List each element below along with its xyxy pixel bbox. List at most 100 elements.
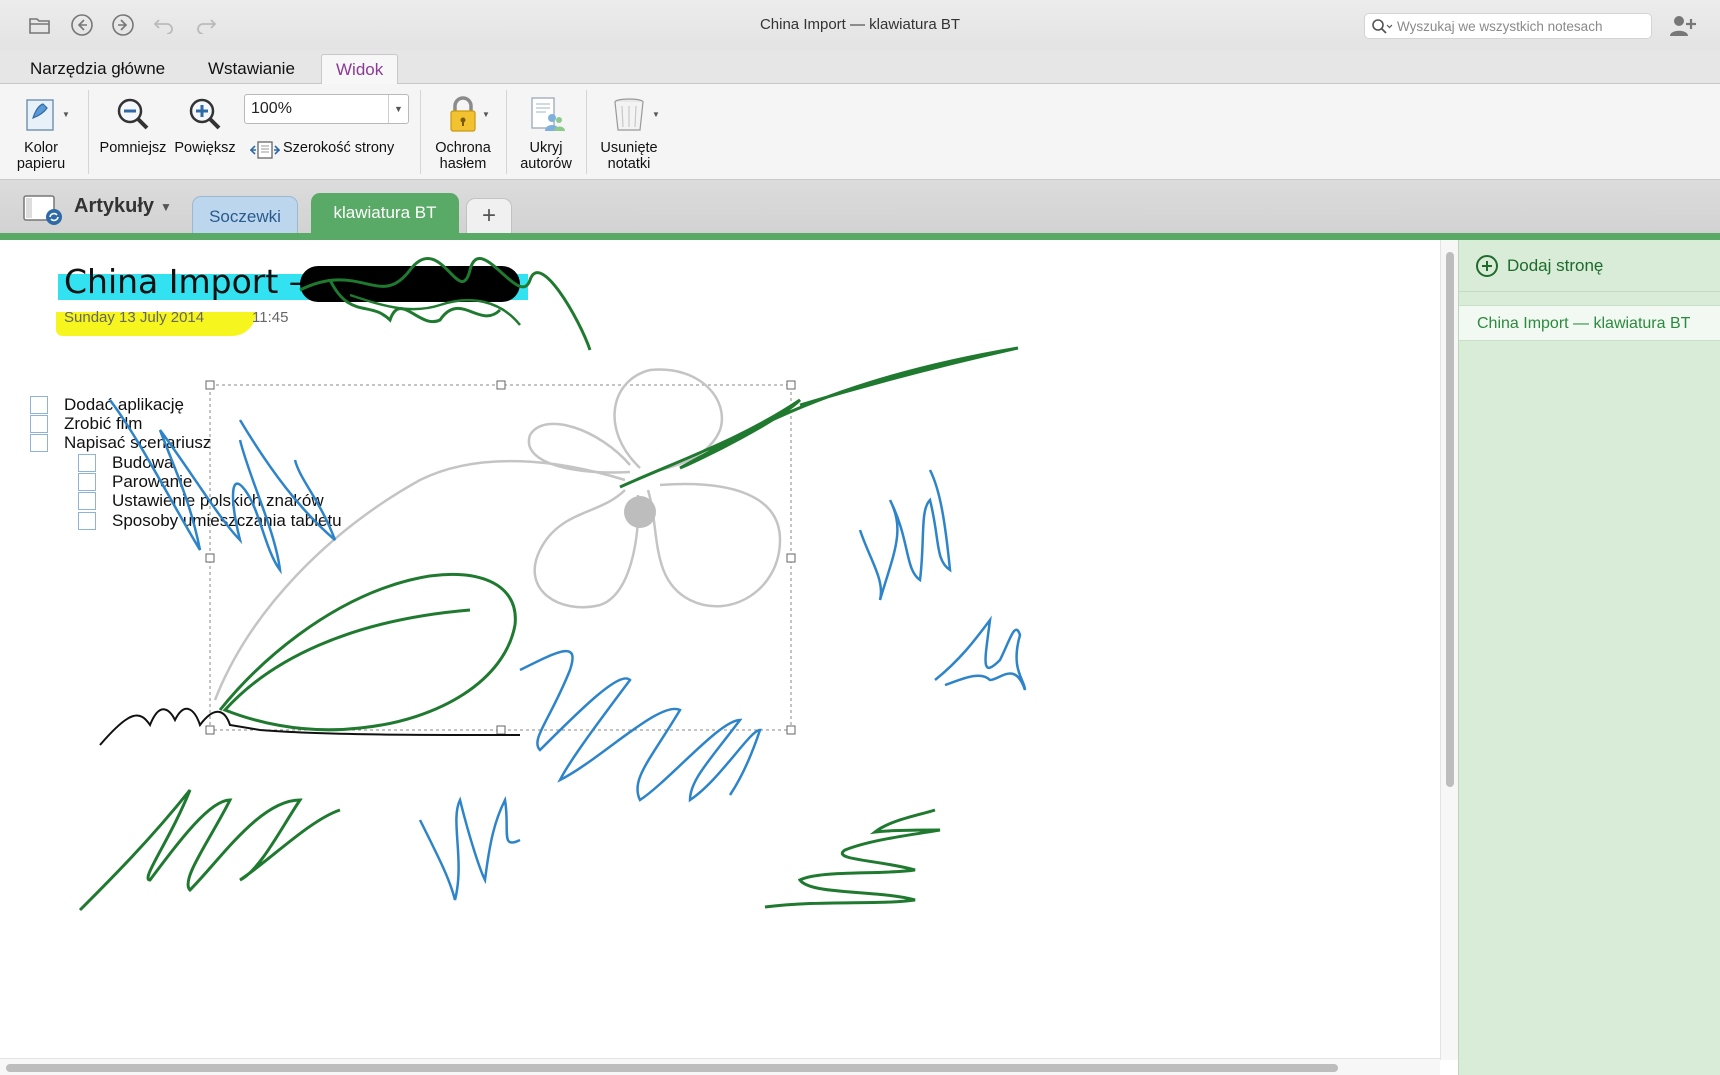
zoom-out-label: Pomniejsz (99, 140, 167, 156)
todo-label: Zrobić film (64, 414, 143, 433)
ribbon: Kolor papieru ▼ Pomniejsz Powiększ 100% … (0, 84, 1720, 180)
todo-checkbox[interactable] (78, 473, 96, 491)
zoom-select[interactable]: 100% ▼ (244, 94, 409, 124)
zoom-value: 100% (251, 100, 292, 117)
ink-stroke (764, 808, 941, 909)
ink-layer (78, 256, 1027, 912)
ink-stroke (218, 572, 517, 732)
paper-color-button[interactable]: Kolor papieru (10, 94, 72, 172)
todo-label: Parowanie (112, 472, 193, 491)
page-width-icon[interactable] (250, 140, 280, 160)
selection-handle (205, 553, 215, 563)
todo-label: Sposoby umieszczania tabletu (112, 511, 342, 530)
undo-icon[interactable] (150, 11, 178, 39)
forward-icon[interactable] (109, 11, 137, 39)
ink-stroke (519, 650, 762, 803)
selection-handle (786, 725, 796, 735)
selection-box (209, 384, 792, 731)
todo-item[interactable]: Parowanie (78, 472, 193, 491)
password-dropdown-icon[interactable]: ▼ (482, 110, 490, 119)
notebook-bar: Artykuły ▼ Soczewki klawiatura BT + (0, 180, 1720, 234)
page-canvas[interactable]: China Import — Sunday 13 July 2014 11:45… (0, 240, 1440, 1060)
password-protection-button[interactable]: Ochrona hasłem (426, 94, 500, 172)
section-tab-klawiatura-bt[interactable]: klawiatura BT (311, 193, 459, 234)
horizontal-scrollbar[interactable] (0, 1058, 1440, 1075)
tab-insert[interactable]: Wstawianie (194, 54, 309, 85)
title-bar: China Import — klawiatura BT (0, 0, 1720, 50)
onenote-window: China Import — klawiatura BT Narzędzia g… (0, 0, 1720, 1075)
hide-authors-button[interactable]: Ukryj autorów (512, 94, 580, 172)
notebook-name[interactable]: Artykuły (74, 195, 154, 218)
ribbon-tab-bar: Narzędzia główne Wstawianie Widok (0, 50, 1720, 128)
todo-checkbox[interactable] (78, 454, 96, 472)
search-icon (1372, 19, 1393, 34)
zoom-in-icon (189, 98, 221, 130)
todo-item[interactable]: Zrobić film (30, 414, 143, 433)
notebook-icon[interactable] (22, 192, 66, 226)
todo-checkbox[interactable] (78, 512, 96, 530)
authors-icon (531, 97, 565, 131)
ribbon-divider (88, 90, 89, 174)
ink-stroke (99, 707, 521, 746)
vertical-scrollbar[interactable] (1440, 240, 1458, 1060)
trash-icon (614, 98, 644, 131)
share-icon[interactable] (1668, 13, 1698, 39)
ribbon-divider (506, 90, 507, 174)
page-list-sidebar: Dodaj stronę China Import — klawiatura B… (1458, 240, 1720, 1075)
section-tab-soczewki[interactable]: Soczewki (192, 196, 298, 234)
ribbon-divider (420, 90, 421, 174)
add-section-button[interactable]: + (466, 198, 512, 234)
deleted-notes-dropdown-icon[interactable]: ▼ (652, 110, 660, 119)
todo-checkbox[interactable] (30, 434, 48, 452)
password-protection-label: Ochrona hasłem (435, 140, 491, 172)
selection-handle (205, 380, 215, 390)
ink-stroke (418, 795, 521, 901)
tab-view[interactable]: Widok (321, 54, 399, 85)
todo-item[interactable]: Ustawienie polskich znaków (78, 491, 324, 510)
flower-drawing (213, 368, 782, 701)
todo-checkbox[interactable] (30, 415, 48, 433)
vertical-scroll-thumb[interactable] (1446, 252, 1454, 787)
add-page-label: Dodaj stronę (1507, 255, 1604, 275)
paper-color-dropdown-icon[interactable]: ▼ (62, 110, 70, 119)
search-box[interactable] (1364, 13, 1652, 39)
todo-label: Ustawienie polskich znaków (112, 491, 324, 510)
todo-item[interactable]: Dodać aplikację (30, 395, 185, 414)
todo-item[interactable]: Sposoby umieszczania tabletu (78, 511, 342, 530)
back-icon[interactable] (68, 11, 96, 39)
notebook-dropdown-icon[interactable]: ▼ (160, 200, 172, 214)
ink-stroke (934, 615, 1027, 691)
todo-checkbox[interactable] (30, 396, 48, 414)
paper-color-label: Kolor papieru (16, 140, 66, 172)
tab-home[interactable]: Narzędzia główne (16, 54, 179, 85)
flower-center (624, 496, 656, 528)
zoom-out-button[interactable]: Pomniejsz (96, 94, 170, 156)
todo-checkbox[interactable] (78, 492, 96, 510)
page-title[interactable]: China Import — (64, 262, 322, 301)
folder-icon[interactable] (26, 11, 54, 39)
redo-icon[interactable] (192, 11, 220, 39)
todo-item[interactable]: Budowa (78, 453, 174, 472)
page-time: 11:45 (252, 309, 289, 326)
selection-handle (786, 553, 796, 563)
add-page-button[interactable]: Dodaj stronę (1459, 240, 1720, 292)
horizontal-scroll-thumb[interactable] (6, 1064, 1338, 1072)
section-color-bar (0, 233, 1720, 240)
zoom-in-button[interactable]: Powiększ (170, 94, 240, 156)
hide-authors-label: Ukryj autorów (520, 140, 572, 172)
deleted-notes-button[interactable]: Usunięte notatki (592, 94, 666, 172)
todo-item[interactable]: Napisać scenariusz (30, 433, 212, 452)
redacted-ink (300, 266, 520, 302)
todo-label: Napisać scenariusz (64, 433, 212, 452)
search-input[interactable] (1397, 18, 1645, 34)
zoom-out-icon (117, 98, 149, 130)
todo-label: Dodać aplikację (64, 395, 185, 414)
page-list-item[interactable]: China Import — klawiatura BT (1459, 305, 1720, 341)
selection-handle (496, 725, 506, 735)
paper-color-icon (26, 99, 54, 131)
zoom-dropdown-icon[interactable]: ▼ (388, 95, 408, 123)
zoom-in-label: Powiększ (174, 140, 236, 156)
page-width-button[interactable]: Szerokość strony (283, 140, 394, 156)
todo-label: Budowa (112, 453, 174, 472)
ribbon-divider (586, 90, 587, 174)
